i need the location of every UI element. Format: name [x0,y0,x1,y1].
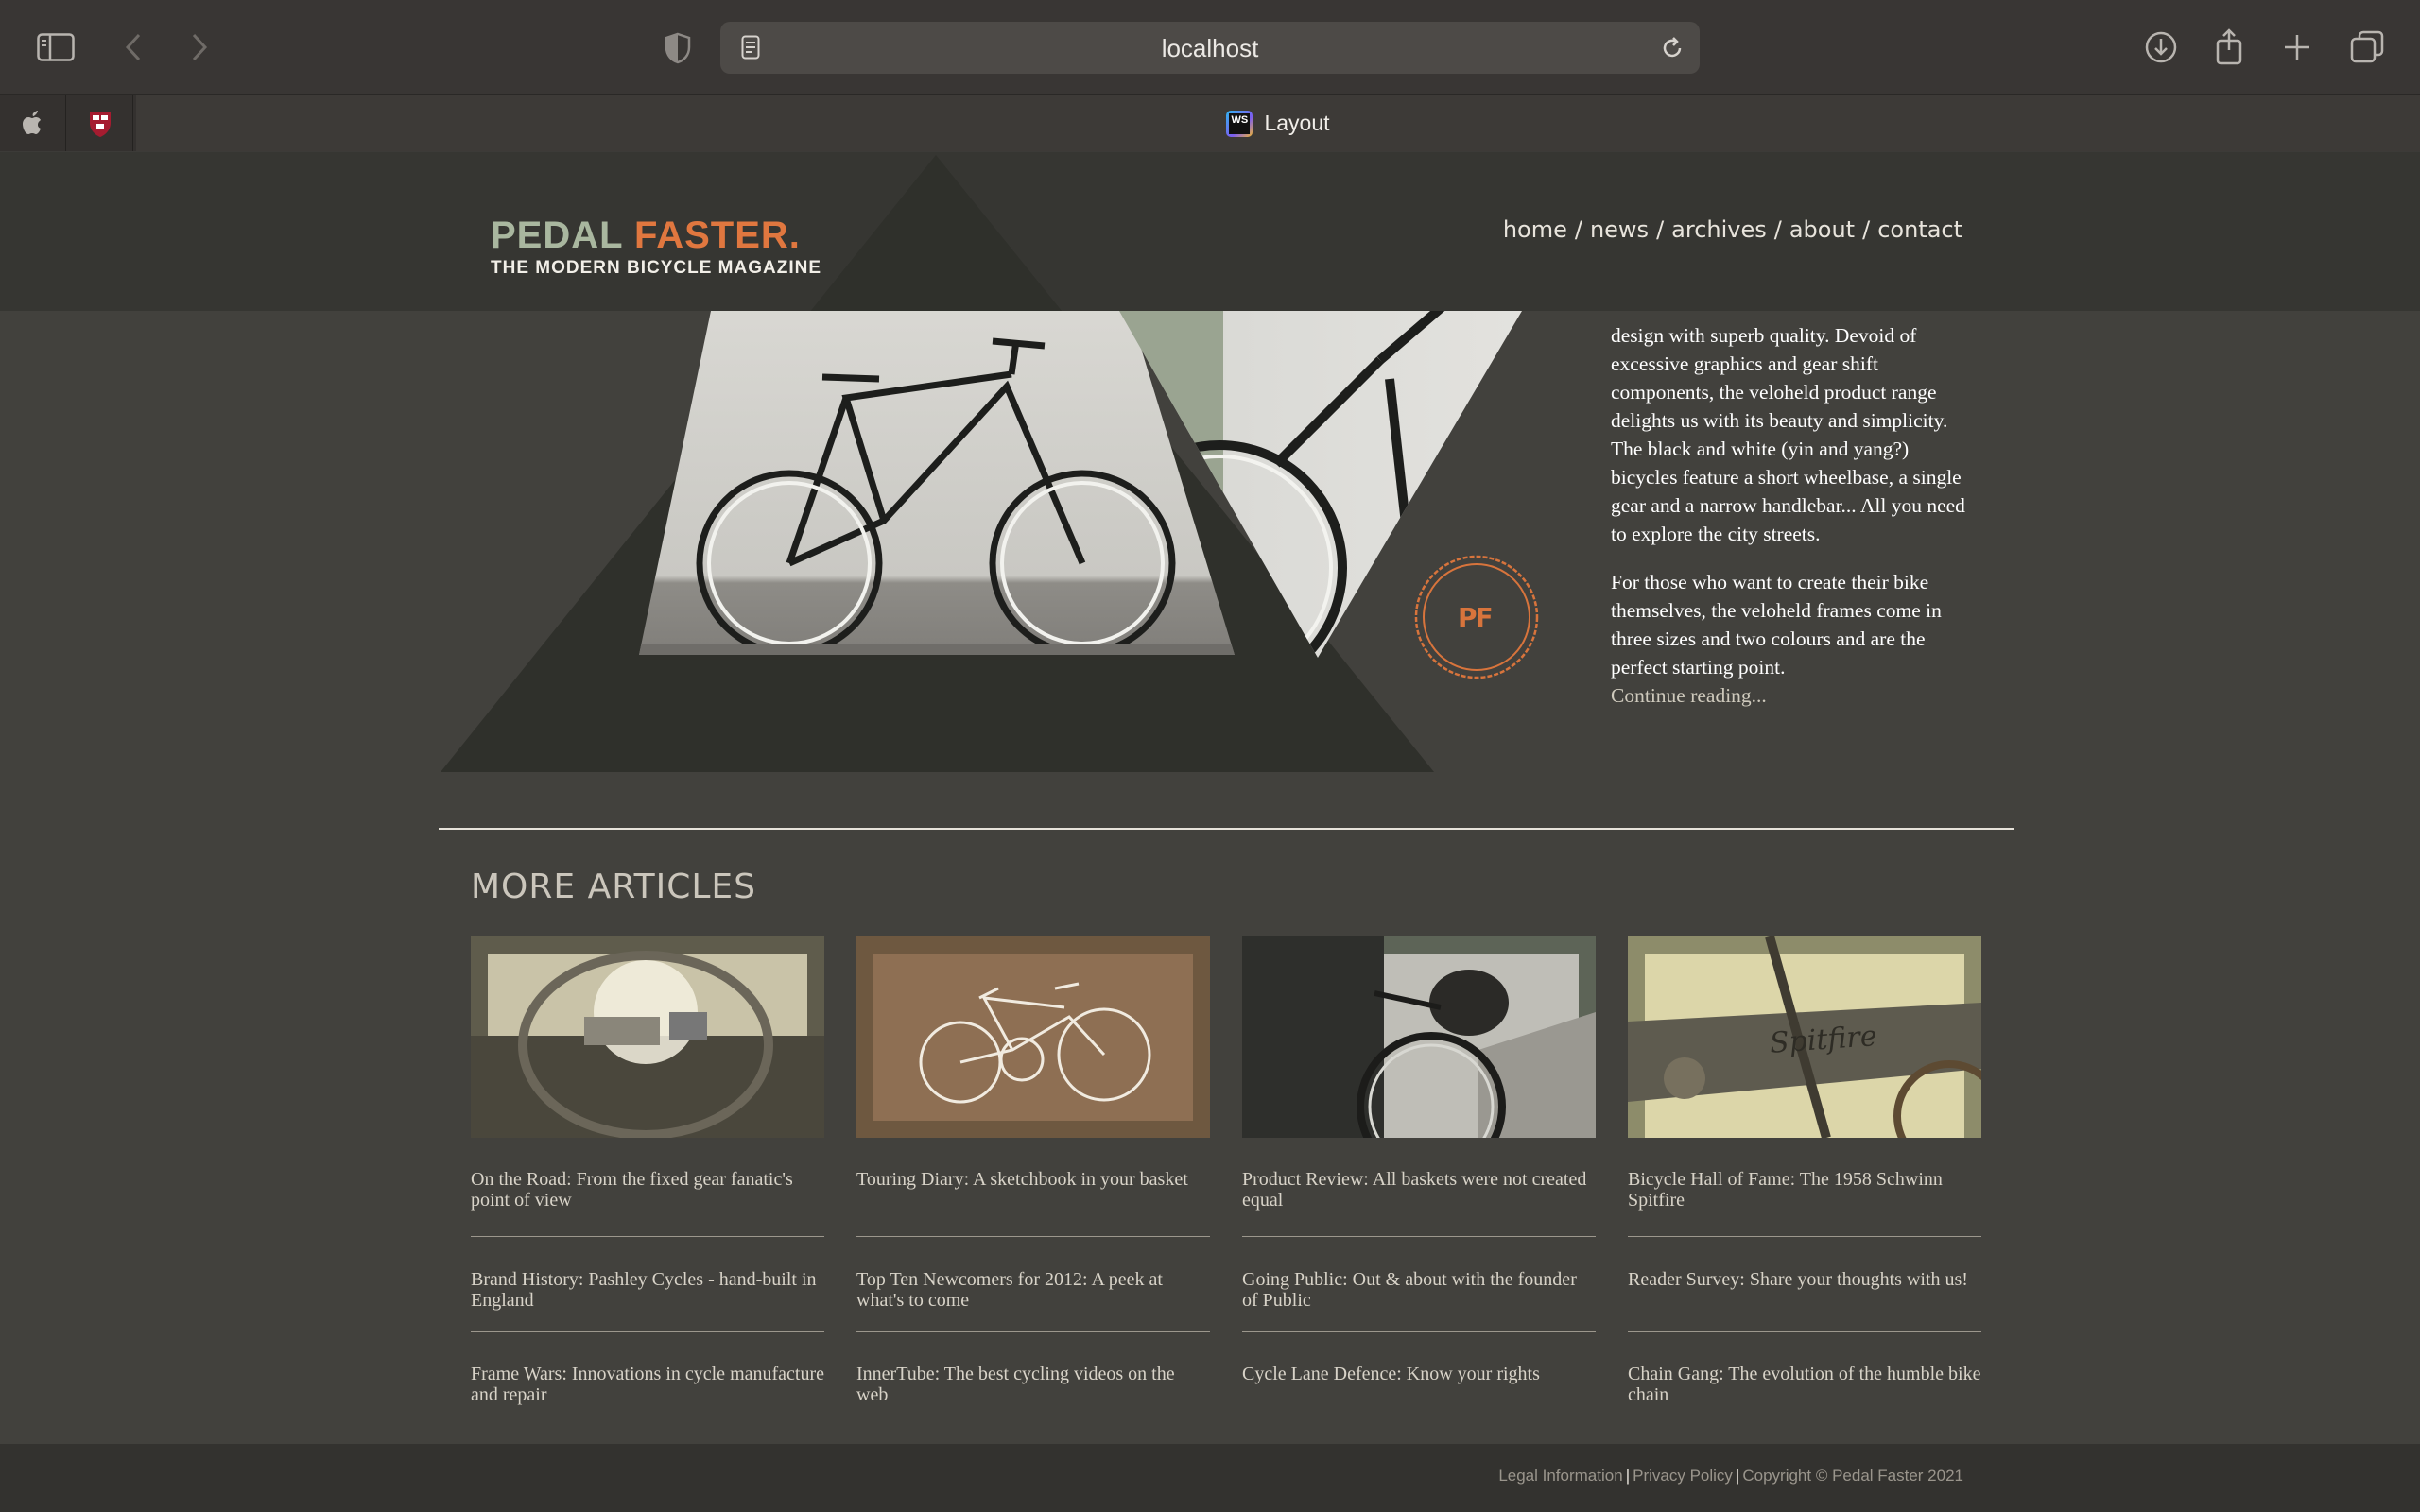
pf-badge-text: PF [1458,602,1494,633]
article-item: Cycle Lane Defence: Know your rights [1242,1332,1596,1426]
article-item: On the Road: From the fixed gear fanatic… [471,1138,824,1237]
article-column: Touring Diary: A sketchbook in your bask… [856,936,1210,1426]
article-item: Reader Survey: Share your thoughts with … [1628,1237,1981,1332]
featured-paragraph-1: design with superb quality. Devoid of ex… [1611,324,1965,545]
nav-separator: / [1862,216,1871,243]
legal-link[interactable]: Legal Information [1498,1467,1622,1485]
back-arrow-icon[interactable] [119,30,147,64]
address-bar[interactable]: localhost [720,22,1700,74]
article-item: Brand History: Pashley Cycles - hand-bui… [471,1237,824,1332]
tab-overview-icon[interactable] [2348,28,2386,66]
nav-home[interactable]: home [1503,216,1567,243]
tab-strip: WS Layout [0,94,2420,151]
thumb-bicycle-sketch[interactable] [856,936,1210,1138]
logo-word-pedal: PEDAL [491,215,623,256]
pinned-tab-harvard[interactable] [67,95,133,151]
url-text[interactable]: localhost [720,34,1700,63]
articles-grid: On the Road: From the fixed gear fanatic… [471,936,1981,1426]
section-divider [439,828,2014,830]
article-item: Chain Gang: The evolution of the humble … [1628,1332,1981,1426]
tab-title: Layout [1264,111,1330,135]
article-link[interactable]: InnerTube: The best cycling videos on th… [856,1364,1210,1405]
article-link[interactable]: Cycle Lane Defence: Know your rights [1242,1364,1596,1384]
continue-reading-link[interactable]: Continue reading... [1611,684,1767,707]
article-column: Spitfire Bicycle Hall of Fame: The 1958 … [1628,936,1981,1426]
article-item: Bicycle Hall of Fame: The 1958 Schwinn S… [1628,1138,1981,1237]
article-item: Frame Wars: Innovations in cycle manufac… [471,1332,824,1426]
nav-separator: / [1773,216,1782,243]
article-item: Top Ten Newcomers for 2012: A peek at wh… [856,1237,1210,1332]
nav-contact[interactable]: contact [1877,216,1962,243]
site-header: PEDAL FASTER. THE MODERN BICYCLE MAGAZIN… [0,152,2420,311]
thumb-schwinn-spitfire[interactable]: Spitfire [1628,936,1981,1138]
site-footer: Legal Information | Privacy Policy | Copyrig… [0,1444,2420,1512]
new-tab-icon[interactable] [2280,30,2314,64]
privacy-link[interactable]: Privacy Policy [1633,1467,1733,1485]
main-nav: home / news / archives / about / contact [1503,216,1962,243]
harvard-shield-icon [89,111,111,137]
forward-arrow-icon[interactable] [185,30,214,64]
article-link[interactable]: Brand History: Pashley Cycles - hand-bui… [471,1269,824,1311]
web-page: PF PEDAL FASTER. THE MODERN BICYCLE MAGA… [0,152,2420,1512]
article-link[interactable]: Chain Gang: The evolution of the humble … [1628,1364,1981,1405]
browser-chrome: localhost WS Layout [0,0,2420,151]
thumb-fixed-gear-road[interactable] [471,936,824,1138]
site-logo[interactable]: PEDAL FASTER. THE MODERN BICYCLE MAGAZIN… [491,216,821,279]
article-item: Going Public: Out & about with the found… [1242,1237,1596,1332]
more-articles-heading: MORE ARTICLES [471,868,757,906]
copyright-text: Copyright © Pedal Faster 2021 [1742,1467,1963,1485]
sidebar-toggle-icon[interactable] [36,32,76,62]
featured-paragraph-2: For those who want to create their bike … [1611,571,1942,707]
article-link[interactable]: On the Road: From the fixed gear fanatic… [471,1169,824,1211]
article-link[interactable]: Going Public: Out & about with the found… [1242,1269,1596,1311]
article-link[interactable]: Product Review: All baskets were not cre… [1242,1169,1596,1211]
article-column: On the Road: From the fixed gear fanatic… [471,936,824,1426]
shield-icon[interactable] [662,31,694,65]
nav-archives[interactable]: archives [1671,216,1767,243]
article-item: InnerTube: The best cycling videos on th… [856,1332,1210,1426]
active-tab[interactable]: WS Layout [136,95,2420,151]
logo-word-faster: FASTER. [633,215,801,256]
article-link[interactable]: Top Ten Newcomers for 2012: A peek at wh… [856,1269,1210,1311]
article-link[interactable]: Reader Survey: Share your thoughts with … [1628,1269,1981,1290]
footer-links: Legal Information | Privacy Policy | Copyrig… [1498,1467,1963,1485]
nav-separator: / [1574,216,1582,243]
article-link[interactable]: Frame Wars: Innovations in cycle manufac… [471,1364,824,1405]
pinned-tab-apple[interactable] [0,95,66,151]
article-item: Touring Diary: A sketchbook in your bask… [856,1138,1210,1237]
site-tagline: THE MODERN BICYCLE MAGAZINE [491,258,821,278]
featured-article: design with superb quality. Devoid of ex… [1611,321,1970,710]
article-column: Product Review: All baskets were not cre… [1242,936,1596,1426]
browser-toolbar: localhost [0,0,2420,94]
article-link[interactable]: Bicycle Hall of Fame: The 1958 Schwinn S… [1628,1169,1981,1211]
apple-icon [22,110,41,134]
webstorm-favicon-icon: WS [1226,110,1253,137]
nav-news[interactable]: news [1590,216,1649,243]
nav-separator: / [1656,216,1665,243]
reload-icon[interactable] [1658,34,1686,62]
nav-about[interactable]: about [1789,216,1855,243]
download-icon[interactable] [2142,28,2180,66]
thumb-bike-basket[interactable] [1242,936,1596,1138]
article-item: Product Review: All baskets were not cre… [1242,1138,1596,1237]
article-link[interactable]: Touring Diary: A sketchbook in your bask… [856,1169,1210,1190]
share-icon[interactable] [2212,26,2246,66]
